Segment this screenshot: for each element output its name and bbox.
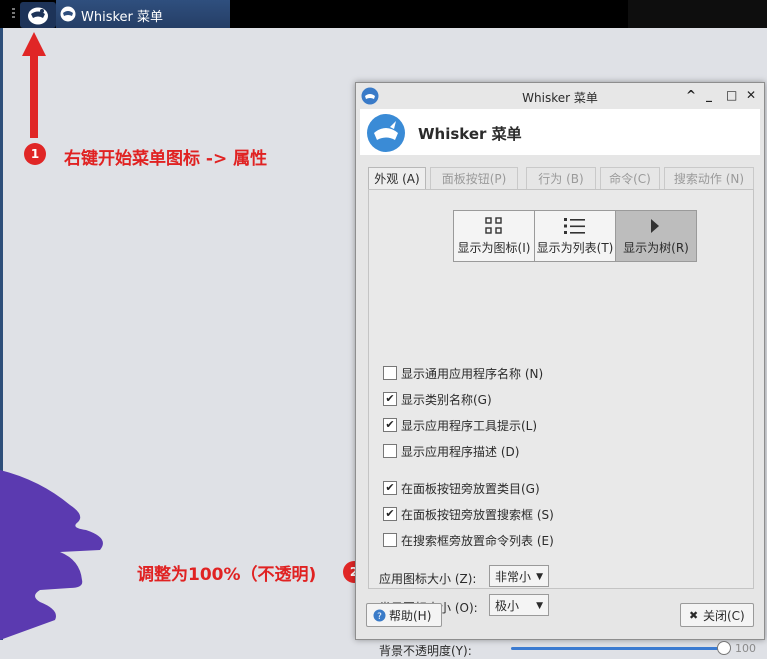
annotation-step2: 调整为100%（不透明) — [137, 565, 317, 585]
opacity-slider-track[interactable] — [511, 647, 723, 650]
wallpaper-decoration — [0, 470, 103, 640]
list-icon — [564, 218, 585, 234]
chevron-down-icon: ▼ — [536, 601, 543, 611]
help-button[interactable]: ? 帮助(H) — [366, 603, 442, 627]
whisker-logo-icon — [60, 6, 76, 22]
checkbox-app-tooltips-label: 显示应用程序工具提示(L) — [401, 419, 538, 433]
minimize-button[interactable]: _ — [706, 88, 712, 102]
tree-arrow-icon — [651, 219, 659, 233]
app-icon-size-label: 应用图标大小 (Z): — [379, 572, 477, 586]
close-icon: ✖ — [689, 609, 699, 622]
show-as-tree-button[interactable]: 显示为树(R) — [616, 211, 696, 261]
checkbox-categories-near-button-label: 在面板按钮旁放置类目(G) — [401, 482, 540, 496]
tab-search-actions[interactable]: 搜索动作 (N) — [664, 167, 754, 190]
whisker-logo-icon — [367, 114, 405, 152]
checkbox-category-names-label: 显示类别名称(G) — [401, 393, 492, 407]
checkbox-commands-near-search[interactable] — [383, 533, 397, 547]
checkbox-app-tooltips[interactable]: ✔ — [383, 418, 397, 432]
opacity-label: 背景不透明度(Y): — [379, 644, 472, 658]
tab-panel-button[interactable]: 面板按钮(P) — [430, 167, 518, 190]
tab-appearance[interactable]: 外观 (A) — [368, 167, 426, 190]
panel-background-right — [628, 0, 767, 28]
show-as-list-label: 显示为列表(T) — [536, 241, 614, 255]
app-icon-size-select[interactable]: 非常小 ▼ — [489, 565, 549, 587]
svg-text:?: ? — [377, 612, 382, 622]
step-number-1: 1 — [24, 143, 46, 165]
maximize-button[interactable]: □ — [726, 88, 737, 102]
dialog-header: Whisker 菜单 — [360, 109, 760, 155]
shade-button[interactable]: ^ — [686, 88, 696, 102]
arrow-up-icon — [22, 32, 46, 138]
close-button[interactable]: ✖ 关闭(C) — [680, 603, 754, 627]
opacity-value: 100 — [735, 642, 756, 655]
show-as-icons-button[interactable]: 显示为图标(I) — [454, 211, 534, 261]
category-icon-size-select[interactable]: 极小 ▼ — [489, 594, 549, 616]
opacity-slider-handle[interactable] — [717, 641, 731, 655]
annotation-step1: 右键开始菜单图标 -> 属性 — [64, 149, 268, 169]
show-as-icons-label: 显示为图标(I) — [457, 241, 531, 255]
window-titlebar[interactable]: Whisker 菜单 ^ _ □ ✕ — [356, 83, 764, 109]
taskbar-window-button[interactable]: Whisker 菜单 — [56, 0, 230, 28]
help-icon: ? — [373, 609, 386, 622]
view-mode-selector: 显示为图标(I) 显示为列表(T) 显示为树(R) — [453, 210, 697, 262]
whisker-properties-window: Whisker 菜单 ^ _ □ ✕ Whisker 菜单 外观 (A) 面板按… — [355, 82, 765, 658]
checkbox-categories-near-button[interactable]: ✔ — [383, 481, 397, 495]
checkbox-generic-names-label: 显示通用应用程序名称 (N) — [401, 367, 544, 381]
checkbox-search-near-button-label: 在面板按钮旁放置搜索框 (S) — [401, 508, 554, 522]
show-as-tree-label: 显示为树(R) — [623, 241, 689, 255]
taskbar-window-title: Whisker 菜单 — [81, 10, 164, 25]
checkbox-generic-names[interactable] — [383, 366, 397, 380]
panel-grip-icon[interactable] — [12, 8, 15, 20]
tab-commands[interactable]: 命令(C) — [600, 167, 660, 190]
checkbox-app-descriptions[interactable] — [383, 444, 397, 458]
checkbox-search-near-button[interactable]: ✔ — [383, 507, 397, 521]
tab-behavior[interactable]: 行为 (B) — [526, 167, 596, 190]
top-panel: Whisker 菜单 — [0, 0, 767, 28]
checkbox-category-names[interactable]: ✔ — [383, 392, 397, 406]
grid-icon — [485, 217, 502, 234]
show-as-list-button[interactable]: 显示为列表(T) — [535, 211, 615, 261]
appearance-panel: 显示为图标(I) 显示为列表(T) 显示为树(R) 显示通用应用程序名称 (N)… — [368, 189, 756, 658]
chevron-down-icon: ▼ — [536, 572, 543, 582]
whisker-logo-icon — [28, 7, 48, 25]
app-icon-size-value: 非常小 — [495, 570, 532, 584]
checkbox-app-descriptions-label: 显示应用程序描述 (D) — [401, 445, 520, 459]
header-title: Whisker 菜单 — [418, 125, 522, 143]
help-label: 帮助(H) — [389, 609, 432, 623]
checkbox-commands-near-search-label: 在搜索框旁放置命令列表 (E) — [401, 534, 554, 548]
close-window-button[interactable]: ✕ — [746, 88, 756, 102]
whisker-menu-button[interactable] — [20, 2, 56, 28]
close-label: 关闭(C) — [703, 609, 745, 623]
category-icon-size-value: 极小 — [495, 599, 520, 613]
window-title: Whisker 菜单 — [522, 91, 598, 105]
